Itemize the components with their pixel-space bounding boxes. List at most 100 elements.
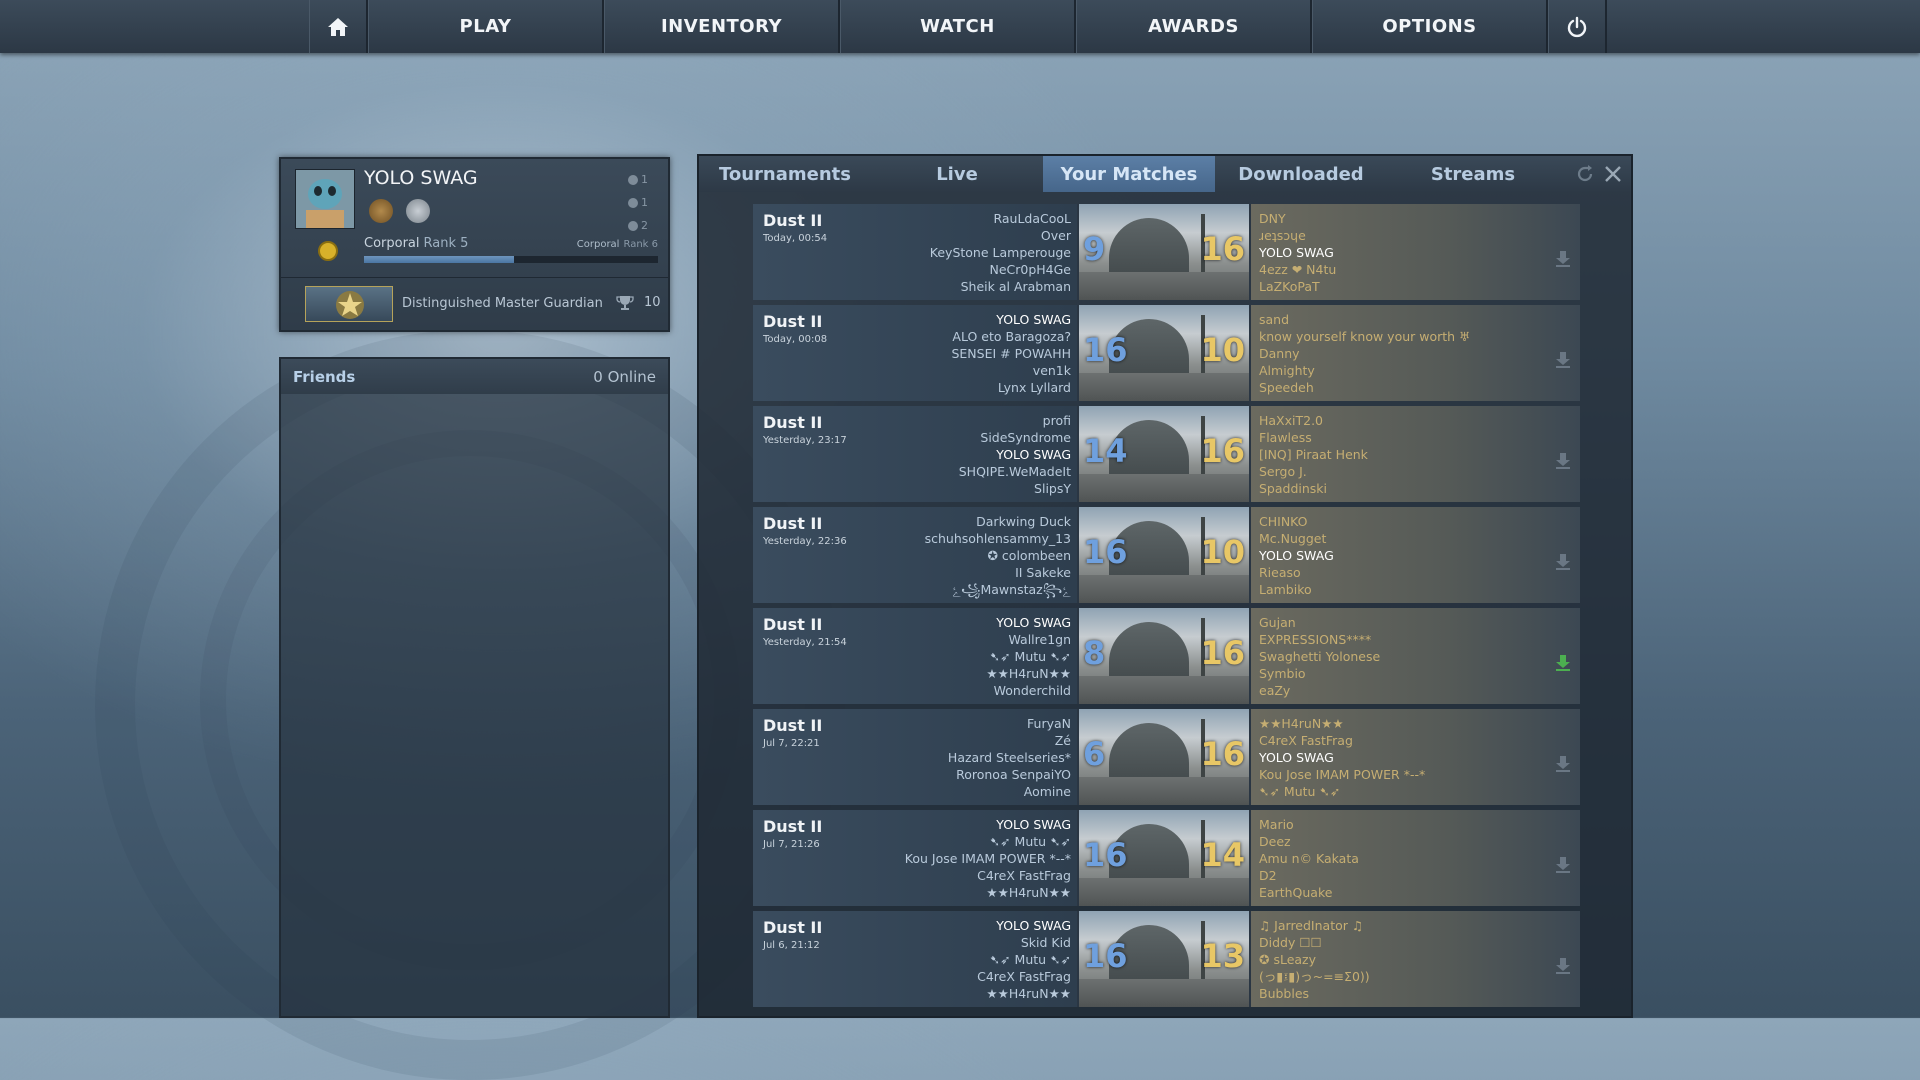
match-team-a-panel: Dust II Yesterday, 23:17 profi SideSyndro…	[753, 406, 1077, 502]
player-name: SHQIPE.WeMadeIt	[958, 464, 1071, 479]
home-button[interactable]	[309, 0, 368, 53]
score-team-a: 16	[1083, 937, 1128, 975]
match-row[interactable]: Dust II Yesterday, 21:54 YOLO SWAG Wallre…	[753, 608, 1580, 704]
team-a-players: YOLO SWAG ➷➶ Mutu ➷➶ Kou Jose IMAM POWER *…	[905, 816, 1071, 901]
player-name: Lynx Lyllard	[997, 380, 1071, 395]
player-name: Darkwing Duck	[976, 514, 1071, 529]
refresh-icon[interactable]	[1575, 164, 1595, 184]
player-name: SideSyndrome	[980, 430, 1071, 445]
match-team-b-panel: ★★H4ruN★★ C4reX FastFrag YOLO SWAG Kou Jose…	[1251, 709, 1580, 805]
coin-medal-2-icon[interactable]	[406, 199, 430, 223]
coin-medal-1-icon[interactable]	[369, 199, 393, 223]
player-name: LaZKoPaT	[1259, 279, 1320, 294]
player-name: YOLO SWAG	[1259, 245, 1334, 260]
match-date: Yesterday, 21:54	[763, 637, 847, 648]
match-map-name: Dust II	[763, 413, 823, 432]
smiley-icon	[628, 175, 638, 185]
tab-tournaments[interactable]: Tournaments	[699, 156, 871, 192]
nav-inventory-button[interactable]: INVENTORY	[604, 0, 840, 53]
player-name: Lambiko	[1259, 582, 1312, 597]
player-name: KeyStone Lamperouge	[929, 245, 1071, 260]
download-icon[interactable]	[1556, 857, 1570, 873]
download-icon[interactable]	[1556, 352, 1570, 368]
rank-current: Corporal Rank 5	[364, 236, 469, 251]
match-team-b-panel: ♫ JarredInator ♫ Diddy ☐☐ ✪ sLeazy (っ▮፤▮)っ~…	[1251, 911, 1580, 1007]
player-name: Zé	[1054, 733, 1071, 748]
nav-play-button[interactable]: PLAY	[368, 0, 604, 53]
match-date: Jul 6, 21:12	[763, 940, 820, 951]
player-name: ♫ JarredInator ♫	[1259, 918, 1364, 933]
match-team-a-panel: Dust II Today, 00:08 YOLO SWAG ALO eto Ba…	[753, 305, 1077, 401]
match-team-b-panel: DNY ɹeʇsɔɥe YOLO SWAG 4ezz ❤ N4tu LaZKoPaT	[1251, 204, 1580, 300]
match-row[interactable]: Dust II Today, 00:54 RauLdaCooL Over KeySt…	[753, 204, 1580, 300]
watch-panel: Tournaments Live Your Matches Downloaded…	[697, 154, 1633, 1018]
nav-watch-button[interactable]: WATCH	[840, 0, 1076, 53]
team-b-players: sand know yourself know your worth ♅ Danny…	[1259, 311, 1470, 396]
power-icon	[1567, 16, 1587, 37]
score-team-a: 8	[1083, 634, 1106, 672]
commend-teacher: 1	[608, 191, 648, 214]
map-ground	[1079, 272, 1249, 300]
player-name: C4reX FastFrag	[977, 969, 1071, 984]
match-row[interactable]: Dust II Jul 6, 21:12 YOLO SWAG Skid Kid ➷➶…	[753, 911, 1580, 1007]
trophy-count: 10	[644, 295, 661, 310]
player-name: Skid Kid	[1020, 935, 1071, 950]
download-icon[interactable]	[1556, 655, 1570, 671]
score-team-a: 9	[1083, 230, 1106, 268]
player-name: YOLO SWAG	[996, 918, 1071, 933]
player-name: Gujan	[1259, 615, 1296, 630]
watch-tabs: Tournaments Live Your Matches Downloaded…	[699, 156, 1631, 192]
team-b-players: DNY ɹeʇsɔɥe YOLO SWAG 4ezz ❤ N4tu LaZKoPaT	[1259, 210, 1336, 295]
profile-panel: YOLO SWAG 1 1 2 Corporal Rank 5 Corporal R…	[279, 157, 670, 332]
player-name: YOLO SWAG	[996, 447, 1071, 462]
tab-streams[interactable]: Streams	[1387, 156, 1559, 192]
score-team-a: 16	[1083, 836, 1128, 874]
player-name: Amu n© Kakata	[1259, 851, 1359, 866]
download-icon[interactable]	[1556, 756, 1570, 772]
tab-live[interactable]: Live	[871, 156, 1043, 192]
player-name: ★★H4ruN★★	[1259, 716, 1344, 731]
player-name: Over	[1040, 228, 1071, 243]
player-name: Spaddinski	[1259, 481, 1328, 496]
close-icon[interactable]	[1603, 164, 1623, 184]
power-button[interactable]	[1548, 0, 1607, 53]
download-icon[interactable]	[1556, 453, 1570, 469]
match-date: Yesterday, 23:17	[763, 435, 847, 446]
nav-awards-button[interactable]: AWARDS	[1076, 0, 1312, 53]
friends-header[interactable]: Friends 0 Online	[281, 359, 668, 394]
match-row[interactable]: Dust II Yesterday, 23:17 profi SideSyndro…	[753, 406, 1580, 502]
player-name: Bubbles	[1259, 986, 1310, 1001]
nav-options-button[interactable]: OPTIONS	[1312, 0, 1548, 53]
player-name: Mc.Nugget	[1259, 531, 1327, 546]
map-ground	[1079, 474, 1249, 502]
match-row[interactable]: Dust II Jul 7, 22:21 FuryaN Zé Hazard Stee…	[753, 709, 1580, 805]
player-name: know yourself know your worth ♅	[1259, 329, 1471, 344]
download-icon[interactable]	[1556, 251, 1570, 267]
profile-commendations: 1 1 2	[608, 168, 648, 237]
player-name: D2	[1259, 868, 1277, 883]
tab-your-matches[interactable]: Your Matches	[1043, 156, 1215, 192]
match-row[interactable]: Dust II Jul 7, 21:26 YOLO SWAG ➷➶ Mutu ➷➶…	[753, 810, 1580, 906]
skill-group-badge[interactable]	[305, 286, 393, 322]
player-name: Swaghetti Yolonese	[1259, 649, 1381, 664]
avatar[interactable]	[295, 169, 355, 229]
player-name: Sheik al Arabman	[960, 279, 1071, 294]
match-row[interactable]: Dust II Yesterday, 22:36 Darkwing Duck sc…	[753, 507, 1580, 603]
score-team-b: 16	[1200, 432, 1245, 470]
player-name: YOLO SWAG	[1259, 750, 1334, 765]
player-name: II Sakeke	[1015, 565, 1071, 580]
score-team-a: 6	[1083, 735, 1106, 773]
tab-downloaded[interactable]: Downloaded	[1215, 156, 1387, 192]
download-icon[interactable]	[1556, 958, 1570, 974]
player-name: ★★H4ruN★★	[986, 666, 1071, 681]
player-name: eaZy	[1259, 683, 1291, 698]
match-date: Today, 00:08	[763, 334, 828, 345]
player-name: ★★H4ruN★★	[986, 986, 1071, 1001]
map-ground	[1079, 878, 1249, 906]
match-row[interactable]: Dust II Today, 00:08 YOLO SWAG ALO eto Ba…	[753, 305, 1580, 401]
download-icon[interactable]	[1556, 554, 1570, 570]
skill-group-name: Distinguished Master Guardian	[402, 296, 603, 311]
player-name: FuryaN	[1027, 716, 1071, 731]
map-thumbnail: 14 16	[1079, 406, 1249, 502]
match-team-b-panel: Gujan EXPRESSIONS**** Swaghetti Yolonese Sy…	[1251, 608, 1580, 704]
